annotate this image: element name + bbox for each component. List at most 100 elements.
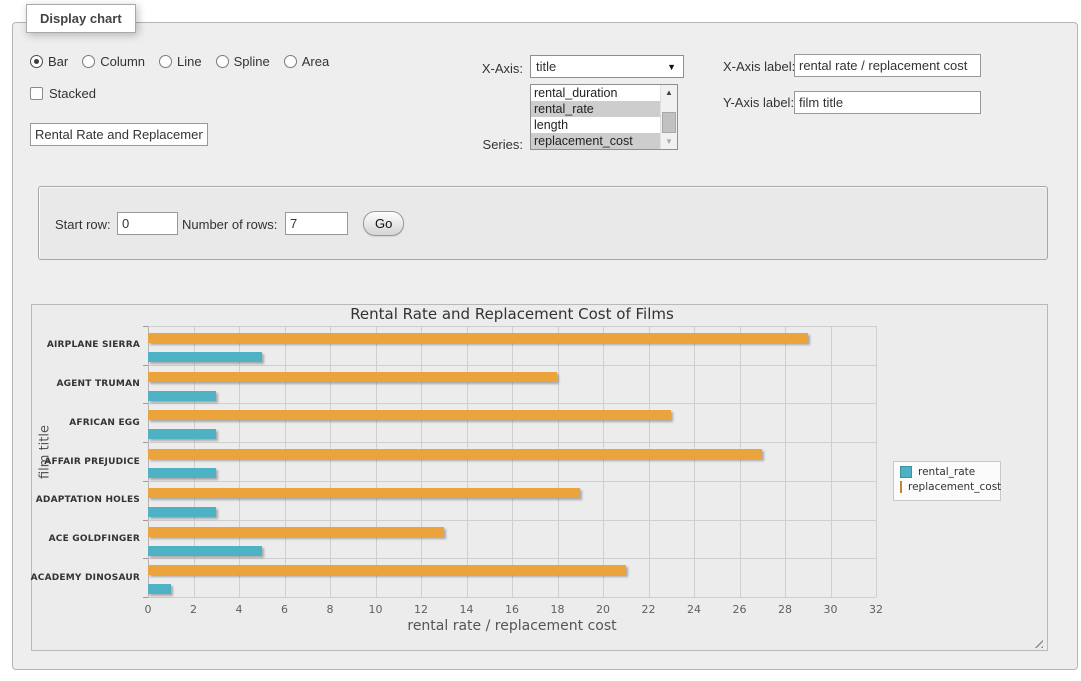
chart-title: Rental Rate and Replacement Cost of Film… bbox=[31, 305, 993, 323]
legend-label: rental_rate bbox=[918, 466, 975, 478]
bar-rental-rate bbox=[148, 391, 216, 401]
gridline-vertical bbox=[239, 326, 240, 597]
gridline-horizontal bbox=[148, 365, 876, 366]
gridline-vertical bbox=[740, 326, 741, 597]
bar-rental-rate bbox=[148, 507, 216, 517]
legend-item-replacement_cost[interactable]: replacement_cost bbox=[900, 481, 994, 493]
gridline-horizontal bbox=[148, 520, 876, 521]
x-axis-tick-label: 6 bbox=[265, 603, 305, 616]
scrollbar-thumb[interactable] bbox=[662, 112, 676, 133]
x-axis-label-caption: X-Axis label: bbox=[723, 59, 795, 74]
chart-title-input[interactable] bbox=[30, 123, 208, 146]
stacked-checkbox[interactable] bbox=[30, 87, 43, 100]
bar-rental-rate bbox=[148, 546, 262, 556]
gridline-horizontal bbox=[148, 403, 876, 404]
go-button[interactable]: Go bbox=[363, 211, 404, 236]
category-label: ACE GOLDFINGER bbox=[20, 533, 140, 545]
x-axis-select[interactable]: title ▼ bbox=[530, 55, 684, 78]
x-axis-tick-label: 12 bbox=[401, 603, 441, 616]
y-axis-tick bbox=[143, 481, 148, 482]
gridline-vertical bbox=[194, 326, 195, 597]
x-axis-tick-label: 8 bbox=[310, 603, 350, 616]
gridline-horizontal bbox=[148, 558, 876, 559]
chart-type-radio-bar[interactable]: Bar bbox=[30, 54, 68, 69]
gridline-horizontal bbox=[148, 597, 876, 598]
number-of-rows-label: Number of rows: bbox=[182, 217, 277, 232]
y-axis-tick bbox=[143, 520, 148, 521]
x-axis-tick-label: 10 bbox=[356, 603, 396, 616]
bar-rental-rate bbox=[148, 584, 171, 594]
x-axis-tick-label: 32 bbox=[856, 603, 896, 616]
x-axis-tick-label: 0 bbox=[128, 603, 168, 616]
start-row-input[interactable] bbox=[117, 212, 178, 235]
y-axis-tick bbox=[143, 403, 148, 404]
legend-item-rental_rate[interactable]: rental_rate bbox=[900, 466, 994, 478]
chart-type-radio-column[interactable]: Column bbox=[82, 54, 145, 69]
chart-type-radio-area[interactable]: Area bbox=[284, 54, 329, 69]
bar-rental-rate bbox=[148, 352, 262, 362]
gridline-vertical bbox=[148, 326, 149, 597]
gridline-vertical bbox=[421, 326, 422, 597]
series-option-rental_duration[interactable]: rental_duration bbox=[531, 85, 660, 101]
gridline-horizontal bbox=[148, 442, 876, 443]
gridline-vertical bbox=[558, 326, 559, 597]
gridline-vertical bbox=[330, 326, 331, 597]
number-of-rows-input[interactable] bbox=[285, 212, 348, 235]
dropdown-arrow-icon: ▼ bbox=[667, 62, 676, 72]
legend-swatch-icon bbox=[900, 481, 902, 493]
series-select-label: Series: bbox=[463, 137, 523, 152]
category-label: ACADEMY DINOSAUR bbox=[20, 572, 140, 584]
chart-type-radio-label: Bar bbox=[48, 54, 68, 69]
radio-icon[interactable] bbox=[30, 55, 43, 68]
bar-replacement-cost bbox=[148, 410, 671, 420]
chart-type-radio-label: Line bbox=[177, 54, 202, 69]
x-axis-tick-label: 28 bbox=[765, 603, 805, 616]
radio-icon[interactable] bbox=[216, 55, 229, 68]
category-label: AIRPLANE SIERRA bbox=[20, 339, 140, 351]
y-axis-label-input[interactable] bbox=[794, 91, 981, 114]
series-multiselect[interactable]: rental_durationrental_ratelengthreplacem… bbox=[530, 84, 678, 150]
series-option-length[interactable]: length bbox=[531, 117, 660, 133]
y-axis-label-caption: Y-Axis label: bbox=[723, 95, 794, 110]
x-axis-tick-label: 30 bbox=[811, 603, 851, 616]
start-row-label: Start row: bbox=[55, 217, 111, 232]
series-options-list: rental_durationrental_ratelengthreplacem… bbox=[531, 85, 660, 149]
scroll-up-icon[interactable]: ▲ bbox=[661, 85, 677, 100]
radio-icon[interactable] bbox=[82, 55, 95, 68]
x-axis-title: rental rate / replacement cost bbox=[148, 618, 876, 634]
x-axis-tick-label: 22 bbox=[629, 603, 669, 616]
gridline-vertical bbox=[831, 326, 832, 597]
x-axis-tick-label: 24 bbox=[674, 603, 714, 616]
chart-type-radio-line[interactable]: Line bbox=[159, 54, 202, 69]
x-axis-select-label: X-Axis: bbox=[470, 61, 523, 76]
radio-icon[interactable] bbox=[159, 55, 172, 68]
bar-replacement-cost bbox=[148, 527, 444, 537]
y-axis-tick bbox=[143, 442, 148, 443]
y-axis-tick bbox=[143, 326, 148, 327]
category-label: ADAPTATION HOLES bbox=[20, 494, 140, 506]
y-axis-tick bbox=[143, 558, 148, 559]
y-axis-tick bbox=[143, 597, 148, 598]
x-axis-tick-label: 4 bbox=[219, 603, 259, 616]
gridline-vertical bbox=[285, 326, 286, 597]
y-axis-title: film title bbox=[38, 425, 53, 479]
chart-type-radio-label: Area bbox=[302, 54, 329, 69]
bar-rental-rate bbox=[148, 429, 216, 439]
series-option-replacement_cost[interactable]: replacement_cost bbox=[531, 133, 660, 149]
fieldset-legend-title: Display chart bbox=[26, 4, 136, 33]
gridline-vertical bbox=[376, 326, 377, 597]
bar-replacement-cost bbox=[148, 488, 580, 498]
legend-swatch-icon bbox=[900, 466, 912, 478]
gridline-vertical bbox=[603, 326, 604, 597]
gridline-vertical bbox=[694, 326, 695, 597]
scroll-down-icon[interactable]: ▼ bbox=[661, 134, 677, 149]
x-axis-tick-label: 20 bbox=[583, 603, 623, 616]
bar-replacement-cost bbox=[148, 333, 808, 343]
gridline-vertical bbox=[467, 326, 468, 597]
chart-type-radio-spline[interactable]: Spline bbox=[216, 54, 270, 69]
chart-type-radio-label: Column bbox=[100, 54, 145, 69]
series-scrollbar[interactable]: ▲ ▼ bbox=[660, 85, 677, 149]
series-option-rental_rate[interactable]: rental_rate bbox=[531, 101, 660, 117]
radio-icon[interactable] bbox=[284, 55, 297, 68]
x-axis-label-input[interactable] bbox=[794, 54, 981, 77]
